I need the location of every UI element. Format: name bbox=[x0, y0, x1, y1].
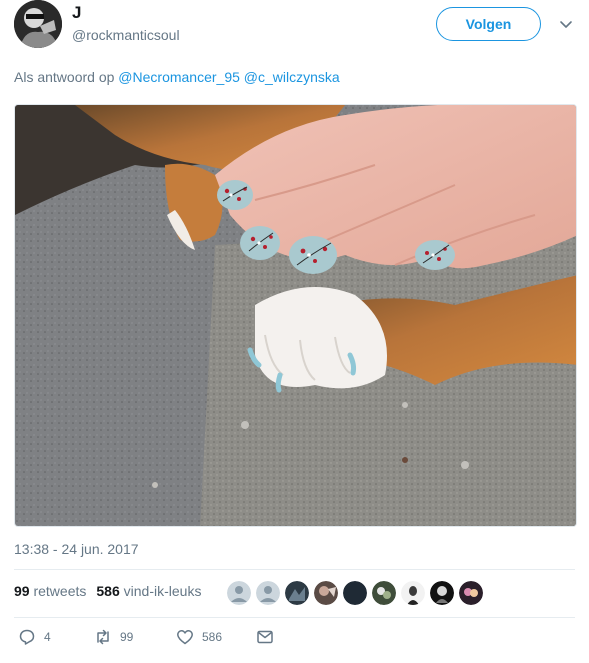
retweet-count: 99 bbox=[120, 630, 134, 644]
divider bbox=[14, 569, 575, 570]
retweets-count: 99 bbox=[14, 583, 30, 599]
user-display-name[interactable]: J bbox=[72, 3, 81, 23]
retweets-stat[interactable]: 99 retweets bbox=[14, 583, 86, 599]
liker-avatar[interactable] bbox=[285, 581, 309, 605]
likes-label: vind-ik-leuks bbox=[123, 583, 202, 599]
direct-message-button[interactable] bbox=[256, 628, 274, 646]
liker-avatar[interactable] bbox=[314, 581, 338, 605]
liker-avatar[interactable] bbox=[459, 581, 483, 605]
reply-count: 4 bbox=[44, 630, 51, 644]
liker-avatar[interactable] bbox=[401, 581, 425, 605]
liker-avatar[interactable] bbox=[372, 581, 396, 605]
retweet-icon bbox=[97, 629, 109, 645]
mention-link-2[interactable]: @c_wilczynska bbox=[244, 69, 340, 85]
retweets-label: retweets bbox=[33, 583, 87, 599]
liker-avatar[interactable] bbox=[430, 581, 454, 605]
chevron-down-icon[interactable] bbox=[558, 16, 574, 32]
reply-icon bbox=[19, 629, 35, 645]
liker-avatar[interactable] bbox=[343, 581, 367, 605]
likes-stat[interactable]: 586 vind-ik-leuks bbox=[96, 583, 201, 599]
reply-prefix: Als antwoord op bbox=[14, 69, 115, 85]
like-count: 586 bbox=[202, 630, 223, 644]
divider bbox=[14, 617, 575, 618]
liker-avatars bbox=[227, 581, 483, 605]
tweet-timestamp[interactable]: 13:38 - 24 jun. 2017 bbox=[14, 541, 139, 557]
user-handle[interactable]: @rockmanticsoul bbox=[72, 27, 180, 43]
likes-count: 586 bbox=[96, 583, 120, 599]
message-icon bbox=[257, 630, 273, 644]
like-icon bbox=[177, 630, 193, 645]
tweet-stats: 99 retweets 586 vind-ik-leuks bbox=[14, 583, 201, 599]
like-button[interactable]: 586 bbox=[176, 628, 222, 646]
tweet-photo[interactable] bbox=[14, 104, 577, 527]
reply-button[interactable]: 4 bbox=[18, 628, 51, 646]
user-avatar[interactable] bbox=[14, 0, 62, 48]
mention-link-1[interactable]: @Necromancer_95 bbox=[118, 69, 240, 85]
liker-avatar[interactable] bbox=[227, 581, 251, 605]
liker-avatar[interactable] bbox=[256, 581, 280, 605]
follow-button[interactable]: Volgen bbox=[436, 7, 541, 41]
tweet-actions: 4 99 586 bbox=[14, 628, 314, 650]
retweet-button[interactable]: 99 bbox=[94, 628, 133, 646]
reply-context: Als antwoord op @Necromancer_95 @c_wilcz… bbox=[14, 69, 340, 85]
